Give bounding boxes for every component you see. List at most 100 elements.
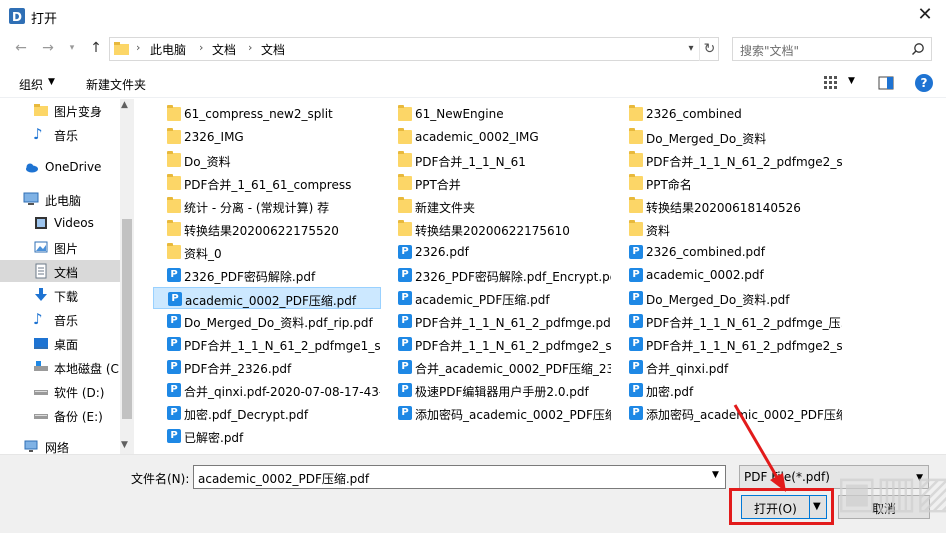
file-item[interactable]: P 加密.pdf bbox=[615, 379, 843, 401]
folder-item[interactable]: 资料 bbox=[615, 218, 843, 240]
filename-dropdown-icon[interactable]: ▼ bbox=[712, 470, 719, 480]
preview-pane-icon[interactable] bbox=[878, 75, 894, 91]
network-icon bbox=[24, 440, 38, 452]
folder-item[interactable]: PDF合并_1_61_61_compress bbox=[153, 172, 381, 194]
file-item[interactable]: P 2326_combined.pdf bbox=[615, 241, 843, 263]
nav-item-desktop[interactable]: 桌面 bbox=[0, 332, 120, 354]
view-dropdown-icon[interactable]: ▼ bbox=[848, 76, 855, 86]
folder-item[interactable]: 资料_0 bbox=[153, 241, 381, 263]
file-item[interactable]: P PDF合并_1_1_N_61_2_pdfmge_压... bbox=[615, 310, 843, 332]
pdf-file-icon: P bbox=[398, 268, 412, 282]
filename-value[interactable]: academic_0002_PDF压缩.pdf bbox=[198, 470, 369, 487]
folder-item[interactable]: 转换结果20200622175610 bbox=[384, 218, 612, 240]
file-item[interactable]: P PDF合并_1_1_N_61_2_pdfmge2_sp... bbox=[384, 333, 612, 355]
file-name: 添加密码_academic_0002_PDF压缩... bbox=[415, 408, 611, 422]
close-button[interactable]: ✕ bbox=[914, 4, 936, 26]
scroll-down-icon[interactable]: ▼ bbox=[121, 440, 128, 450]
file-item[interactable]: P Do_Merged_Do_资料.pdf bbox=[615, 287, 843, 309]
file-item[interactable]: P合并_academic_0002_PDF压缩_2326.... bbox=[384, 356, 612, 378]
file-item[interactable]: P 2326_PDF密码解除.pdf_Encrypt.pdf bbox=[384, 264, 612, 286]
file-item[interactable]: P 加密.pdf_Decrypt.pdf bbox=[153, 402, 381, 424]
nav-item-onedrive[interactable]: OneDrive bbox=[0, 156, 120, 178]
nav-item-drive-e[interactable]: 备份 (E:) bbox=[0, 404, 120, 426]
file-name: 2326_PDF密码解除.pdf bbox=[184, 270, 316, 284]
back-arrow-icon[interactable]: ← bbox=[13, 40, 29, 56]
file-item[interactable]: P 2326.pdf bbox=[384, 241, 612, 263]
folder-item[interactable]: 2326_combined bbox=[615, 103, 843, 125]
folder-item[interactable]: 转换结果20200618140526 bbox=[615, 195, 843, 217]
recent-dropdown-icon[interactable]: ▾ bbox=[64, 40, 80, 56]
file-item[interactable]: Pacademic_0002_PDF压缩.pdf bbox=[153, 287, 381, 309]
file-name: 2326_IMG bbox=[184, 130, 244, 144]
scrollbar-thumb[interactable] bbox=[122, 219, 132, 419]
view-grid-icon[interactable] bbox=[823, 75, 839, 91]
breadcrumb-this-pc[interactable]: 此电脑 bbox=[150, 41, 186, 58]
folder-item[interactable]: Do_资料 bbox=[153, 149, 381, 171]
nav-item-videos[interactable]: Videos bbox=[0, 212, 120, 234]
search-icon[interactable] bbox=[911, 42, 925, 56]
nav-scrollbar[interactable]: ▲ ▼ bbox=[120, 99, 134, 454]
file-item[interactable]: P 已解密.pdf bbox=[153, 425, 381, 447]
folder-item[interactable]: PDF合并_1_1_N_61_2_pdfmge2_sp... bbox=[615, 149, 843, 171]
folder-item[interactable]: 新建文件夹 bbox=[384, 195, 612, 217]
nav-item-music[interactable]: ♪ 音乐 bbox=[0, 123, 120, 145]
nav-item-this-pc[interactable]: 此电脑 bbox=[0, 188, 120, 210]
file-name: 转换结果20200618140526 bbox=[646, 201, 801, 215]
file-item[interactable]: Pacademic_PDF压缩.pdf bbox=[384, 287, 612, 309]
file-name: 资料_0 bbox=[184, 247, 222, 261]
folder-item[interactable]: PPT命名 bbox=[615, 172, 843, 194]
new-folder-button[interactable]: 新建文件夹 bbox=[86, 76, 146, 93]
window-title: 打开 bbox=[31, 12, 58, 27]
folder-item[interactable]: 转换结果20200622175520 bbox=[153, 218, 381, 240]
nav-item-pictures[interactable]: 图片 bbox=[0, 236, 120, 258]
address-bar[interactable]: › 此电脑 › 文档 › 文档 bbox=[109, 37, 719, 61]
pdf-file-icon: P bbox=[629, 314, 643, 328]
nav-item-local-disk-c[interactable]: 本地磁盘 (C bbox=[0, 356, 120, 378]
nav-item-picture-transform[interactable]: 图片变身 bbox=[0, 99, 120, 121]
breadcrumb-documents[interactable]: 文档 bbox=[212, 41, 236, 58]
file-item[interactable]: P 合并_qinxi.pdf bbox=[615, 356, 843, 378]
file-item[interactable]: P 添加密码_academic_0002_PDF压缩... bbox=[384, 402, 612, 424]
file-item[interactable]: P 添加密码_academic_0002_PDF压缩... bbox=[615, 402, 843, 424]
address-dropdown-icon[interactable]: ▾ bbox=[683, 37, 699, 61]
file-item[interactable]: P 合并_qinxi.pdf-2020-07-08-17-43-... bbox=[153, 379, 381, 401]
forward-arrow-icon[interactable]: → bbox=[40, 40, 56, 56]
nav-item-drive-d[interactable]: 软件 (D:) bbox=[0, 380, 120, 402]
pdf-file-icon: P bbox=[398, 337, 412, 351]
nav-item-music-2[interactable]: ♪ 音乐 bbox=[0, 308, 120, 330]
file-item[interactable]: P PDF合并_1_1_N_61_2_pdfmge1_sp... bbox=[153, 333, 381, 355]
up-arrow-icon[interactable]: ↑ bbox=[88, 40, 104, 56]
refresh-icon[interactable]: ↻ bbox=[699, 37, 719, 61]
file-name: academic_0002.pdf bbox=[646, 268, 764, 282]
folder-item[interactable]: academic_0002_IMG bbox=[384, 126, 612, 148]
search-input[interactable]: 搜索"文档" bbox=[740, 42, 799, 59]
file-item[interactable]: P 极速PDF编辑器用户手册2.0.pdf bbox=[384, 379, 612, 401]
file-item[interactable]: P PDF合并_2326.pdf bbox=[153, 356, 381, 378]
folder-item[interactable]: 统计 - 分离 - (常规计算) 荐 bbox=[153, 195, 381, 217]
organize-button[interactable]: 组织 bbox=[19, 76, 43, 93]
folder-icon bbox=[167, 128, 181, 144]
folder-icon bbox=[398, 128, 412, 144]
file-item[interactable]: P 2326_PDF密码解除.pdf bbox=[153, 264, 381, 286]
folder-item[interactable]: 61_NewEngine bbox=[384, 103, 612, 125]
folder-item[interactable]: PDF合并_1_1_N_61 bbox=[384, 149, 612, 171]
folder-item[interactable]: PPT合并 bbox=[384, 172, 612, 194]
search-box[interactable]: 搜索"文档" bbox=[732, 37, 932, 61]
scroll-up-icon[interactable]: ▲ bbox=[121, 100, 128, 110]
file-item[interactable]: Pacademic_0002.pdf bbox=[615, 264, 843, 286]
nav-item-downloads[interactable]: 下载 bbox=[0, 284, 120, 306]
file-name: PDF合并_1_1_N_61_2_pdfmge2_sp... bbox=[415, 339, 611, 353]
folder-item[interactable]: 61_compress_new2_split bbox=[153, 103, 381, 125]
file-item[interactable]: P PDF合并_1_1_N_61_2_pdfmge2_sp... bbox=[615, 333, 843, 355]
folder-icon bbox=[398, 197, 412, 213]
folder-item[interactable]: Do_Merged_Do_资料 bbox=[615, 126, 843, 148]
file-name: 合并_academic_0002_PDF压缩_2326.... bbox=[415, 362, 611, 376]
chevron-down-icon[interactable]: ▼ bbox=[48, 77, 55, 87]
filename-field[interactable]: academic_0002_PDF压缩.pdf bbox=[193, 465, 726, 489]
help-icon[interactable]: ? bbox=[915, 74, 933, 92]
nav-item-documents[interactable]: 文档 bbox=[0, 260, 120, 282]
folder-item[interactable]: 2326_IMG bbox=[153, 126, 381, 148]
file-item[interactable]: P Do_Merged_Do_资料.pdf_rip.pdf bbox=[153, 310, 381, 332]
file-item[interactable]: P PDF合并_1_1_N_61_2_pdfmge.pdf bbox=[384, 310, 612, 332]
breadcrumb-documents-current[interactable]: 文档 bbox=[261, 41, 285, 58]
